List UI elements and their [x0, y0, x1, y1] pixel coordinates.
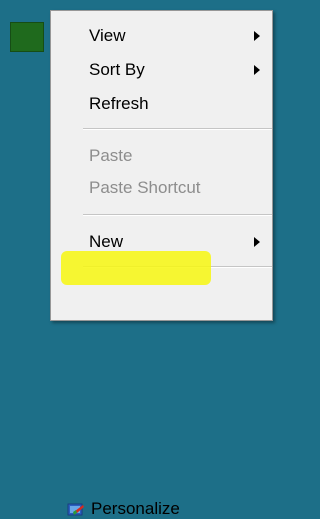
- desktop-icon[interactable]: [10, 22, 44, 52]
- menu-item-label: Refresh: [89, 94, 149, 113]
- submenu-arrow-icon: [254, 237, 260, 247]
- menu-item-view[interactable]: View: [53, 19, 270, 51]
- menu-item-label: Paste Shortcut: [89, 178, 201, 197]
- menu-item-sort-by[interactable]: Sort By: [53, 53, 270, 85]
- menu-separator: [83, 128, 272, 130]
- menu-item-refresh[interactable]: Refresh: [53, 87, 270, 119]
- menu-item-paste[interactable]: Paste: [53, 139, 270, 171]
- context-menu: View Sort By Refresh Paste Paste Shortcu…: [50, 10, 273, 518]
- menu-item-label: New: [89, 232, 124, 251]
- desktop-background[interactable]: View Sort By Refresh Paste Paste Shortcu…: [0, 0, 277, 518]
- menu-item-label: Personalize: [91, 499, 180, 518]
- menu-separator: [83, 214, 272, 216]
- submenu-arrow-icon: [254, 31, 260, 41]
- menu-item-personalize[interactable]: Personalize: [53, 251, 270, 518]
- menu-item-paste-shortcut[interactable]: Paste Shortcut: [53, 171, 270, 203]
- menu-item-label: Paste: [89, 146, 133, 165]
- menu-item-label: Sort By: [89, 60, 145, 79]
- menu-item-label: View: [89, 26, 126, 45]
- personalize-icon: [67, 503, 84, 516]
- submenu-arrow-icon: [254, 65, 260, 75]
